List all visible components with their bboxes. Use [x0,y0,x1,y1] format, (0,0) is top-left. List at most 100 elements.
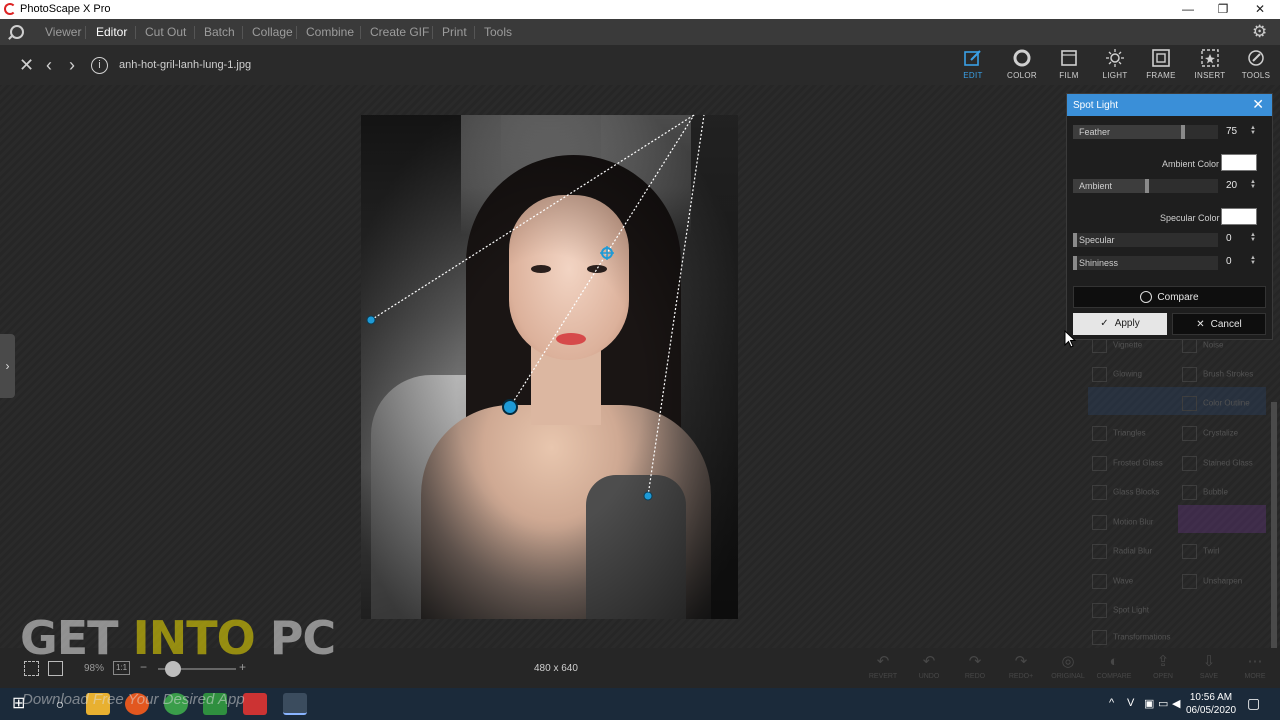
filter-item[interactable]: Brush Strokes [1182,367,1253,382]
filter-item[interactable]: Noise [1182,338,1223,353]
filter-item[interactable]: Stained Glass [1182,456,1253,471]
filter-item[interactable]: Twirl [1182,544,1219,559]
ambient-color-label: Ambient Color [1162,159,1220,169]
shininess-slider[interactable]: Shininess [1073,256,1218,270]
expand-sidebar-button[interactable]: › [0,334,15,398]
apply-label: Apply [1114,318,1140,329]
tray-app-icon[interactable]: ▣ [1144,697,1154,710]
compare-bottom-button[interactable]: ◐ COMPARE [1093,653,1135,681]
redo-icon: ↷ [968,653,982,670]
compare-bottom-label: COMPARE [1096,673,1132,680]
feather-slider[interactable]: Feather [1073,125,1218,139]
filter-item[interactable]: Triangles [1092,426,1146,441]
clock-time: 10:56 AM [1189,692,1233,703]
ambient-slider[interactable]: Ambient [1073,179,1218,193]
spotlight-handle[interactable] [643,491,653,501]
redo-plus-button[interactable]: ↷ REDO+ [1000,654,1042,681]
specular-value[interactable]: 0 [1226,233,1232,244]
watermark-tagline: Download Free Your Desired App [22,691,245,708]
redo-label: REDO [964,673,986,680]
specular-label: Specular [1079,235,1115,245]
cancel-button[interactable]: ✕ Cancel [1172,313,1266,335]
open-label: OPEN [1153,673,1173,680]
feather-stepper-icon[interactable]: ▲ ▼ [1250,125,1256,136]
filter-item[interactable]: Wave [1092,574,1133,589]
shininess-value[interactable]: 0 [1226,256,1232,267]
close-icon[interactable]: ✕ [1252,97,1264,111]
filter-item[interactable]: Radial Blur [1092,544,1152,559]
spot-light-panel: Spot Light ✕ Feather 75 ▲ ▼ Ambient Color… [1066,93,1273,340]
filter-item[interactable]: Motion Blur [1092,515,1153,530]
pdf-app-icon[interactable] [243,693,267,715]
compare-button[interactable]: Compare [1073,286,1266,308]
ambient-value[interactable]: 20 [1226,180,1237,191]
antivirus-icon[interactable]: V [1127,697,1134,709]
undo-button[interactable]: ↶ UNDO [908,653,950,681]
watermark-part2: INTO [132,611,256,665]
ambient-color-swatch[interactable] [1221,154,1257,171]
cancel-label: Cancel [1210,319,1242,330]
filter-item[interactable]: Color Outline [1182,396,1250,411]
spotlight-guide-line [647,114,705,497]
show-hidden-icons-icon[interactable]: ^ [1109,697,1114,709]
filter-item[interactable]: Crystalize [1182,426,1238,441]
more-icon: ⋯ [1247,653,1263,670]
specular-color-swatch[interactable] [1221,208,1257,225]
open-button[interactable]: ⇪ OPEN [1142,653,1184,681]
shininess-stepper-icon[interactable]: ▲ ▼ [1250,255,1256,266]
specular-slider-thumb[interactable] [1073,233,1077,247]
panel-header: Spot Light ✕ [1067,94,1272,116]
save-label: SAVE [1199,673,1219,680]
compare-bottom-icon: ◐ [1109,653,1119,670]
filter-item[interactable]: Bubble [1182,485,1228,500]
compare-icon [1140,291,1153,304]
open-icon: ⇪ [1156,653,1170,670]
spotlight-guide-line [370,114,695,321]
revert-icon: ↶ [876,653,890,670]
notifications-icon[interactable]: ▢ [1247,695,1260,712]
clock-date: 06/05/2020 [1186,705,1237,716]
save-button[interactable]: ⇩ SAVE [1188,654,1230,681]
more-label: MORE [1244,673,1266,680]
feather-value[interactable]: 75 [1226,126,1237,137]
undo-icon: ↶ [922,653,936,670]
original-icon: ◎ [1061,653,1075,670]
filter-list: Vignette Noise Glowing Brush Strokes Col… [1082,332,1272,647]
filter-item[interactable]: Frosted Glass [1092,456,1163,471]
specular-color-label: Specular Color [1160,213,1220,223]
feather-slider-thumb[interactable] [1181,125,1185,139]
filter-item[interactable]: Glass Blocks [1092,485,1159,500]
original-label: ORIGINAL [1051,673,1085,680]
ambient-slider-thumb[interactable] [1145,179,1149,193]
volume-icon[interactable]: ◀ [1172,697,1180,710]
spotlight-move-handle[interactable] [600,246,614,260]
panel-title: Spot Light [1073,100,1119,111]
system-clock[interactable]: 10:56 AM 06/05/2020 [1186,691,1236,717]
filter-item[interactable]: Unsharpen [1182,574,1242,589]
filter-item[interactable]: Spot Light [1092,603,1149,618]
filter-item[interactable]: Vignette [1092,338,1142,353]
network-icon[interactable]: ▭ [1158,697,1168,710]
checkmark-icon: ✓ [1100,318,1109,329]
revert-label: REVERT [868,673,898,680]
revert-button[interactable]: ↶ REVERT [862,653,904,681]
apply-button[interactable]: ✓ Apply [1073,313,1167,335]
filter-list-scrollbar[interactable] [1271,402,1277,648]
original-button[interactable]: ◎ ORIGINAL [1047,653,1089,681]
more-button[interactable]: ⋯ MORE [1234,653,1276,681]
spotlight-handle[interactable] [366,315,376,325]
redo-button[interactable]: ↷ REDO [954,653,996,681]
photoscape-taskbar-icon[interactable] [283,693,307,715]
specular-stepper-icon[interactable]: ▲ ▼ [1250,232,1256,243]
filter-item[interactable]: Transformations [1092,630,1171,645]
shininess-slider-thumb[interactable] [1073,256,1077,270]
ambient-stepper-icon[interactable]: ▲ ▼ [1250,179,1256,190]
undo-label: UNDO [918,673,940,680]
shininess-label: Shininess [1079,258,1119,268]
watermark-part3: PC [254,611,336,665]
spotlight-center-handle[interactable] [502,399,518,415]
compare-label: Compare [1157,292,1199,303]
feather-label: Feather [1079,127,1111,137]
filter-item[interactable]: Glowing [1092,367,1142,382]
specular-slider[interactable]: Specular [1073,233,1218,247]
